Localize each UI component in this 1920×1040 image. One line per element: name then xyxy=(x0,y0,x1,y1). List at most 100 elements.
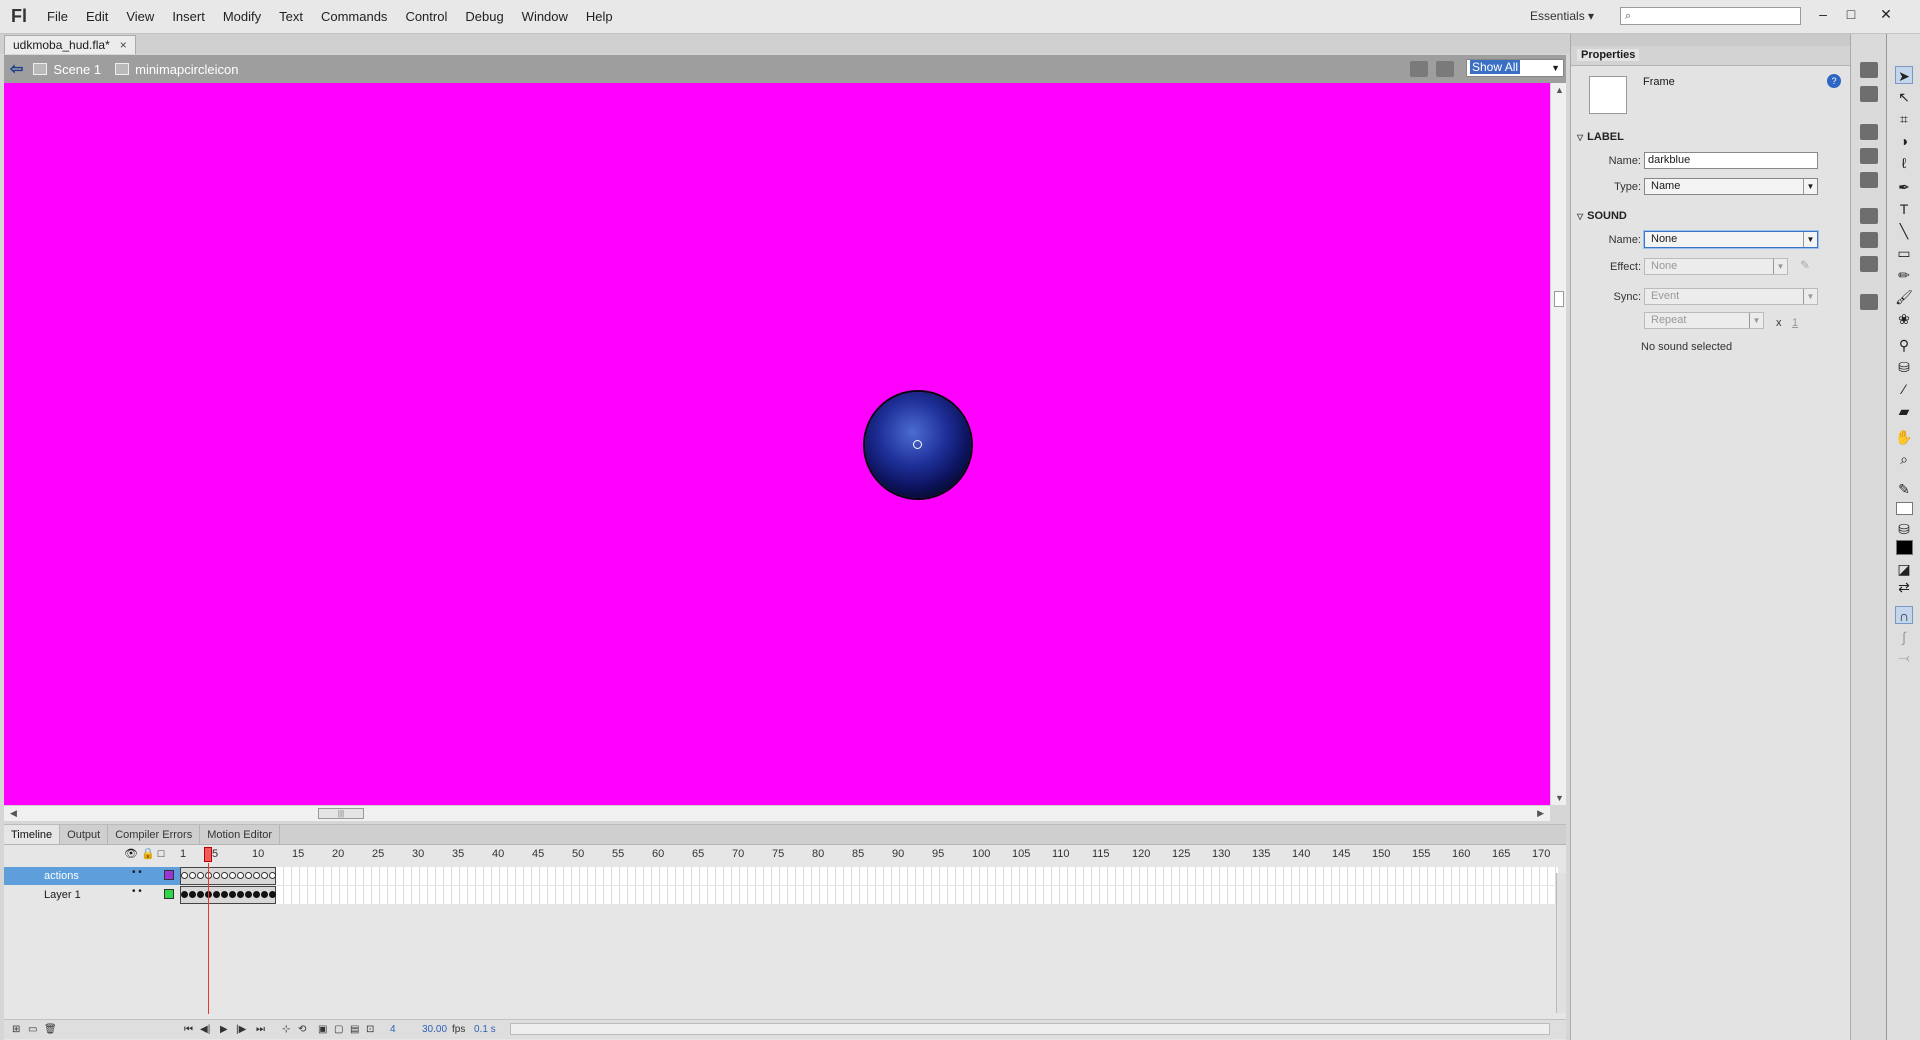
keyframe[interactable] xyxy=(245,891,252,898)
swap-colors-icon[interactable]: ⇄ xyxy=(1895,578,1913,596)
menu-commands[interactable]: Commands xyxy=(312,0,396,34)
eyedropper-tool-icon[interactable]: ⁄ xyxy=(1895,380,1913,398)
menu-file[interactable]: File xyxy=(38,0,77,34)
keyframe[interactable] xyxy=(237,872,244,879)
align-icon[interactable] xyxy=(1860,124,1878,140)
repeat-count[interactable]: 1 xyxy=(1792,317,1798,329)
sound-section-header[interactable]: ▽ SOUND xyxy=(1577,210,1627,222)
keyframe[interactable] xyxy=(221,891,228,898)
loop-icon[interactable]: ⟲ xyxy=(298,1024,306,1035)
menu-debug[interactable]: Debug xyxy=(456,0,512,34)
repeat-select[interactable]: Repeat ▼ xyxy=(1644,312,1764,329)
close-button[interactable]: ✕ xyxy=(1873,4,1899,24)
layer-visibility-dots[interactable]: • • xyxy=(132,867,142,878)
step-back-icon[interactable]: ◀| xyxy=(200,1024,210,1035)
layer-outline-color[interactable] xyxy=(164,870,174,880)
keyframe[interactable] xyxy=(245,872,252,879)
project-icon[interactable] xyxy=(1860,294,1878,310)
properties-tab[interactable]: Properties xyxy=(1571,46,1850,66)
step-forward-icon[interactable]: |▶ xyxy=(236,1024,246,1035)
code-snippets-icon[interactable] xyxy=(1860,208,1878,224)
fill-color-icon[interactable]: ⛁ xyxy=(1895,520,1913,538)
lasso-tool-icon[interactable]: ℓ xyxy=(1895,154,1913,172)
timeline-horizontal-scrollbar[interactable] xyxy=(510,1023,1550,1035)
menu-text[interactable]: Text xyxy=(270,0,312,34)
menu-window[interactable]: Window xyxy=(513,0,577,34)
menu-view[interactable]: View xyxy=(117,0,163,34)
subselection-tool-icon[interactable]: ↖ xyxy=(1895,88,1913,106)
menu-help[interactable]: Help xyxy=(577,0,622,34)
edit-scene-icon[interactable] xyxy=(1410,61,1428,77)
line-tool-icon[interactable]: ╲ xyxy=(1895,222,1913,240)
layer-row-layer1[interactable]: Layer 1 • • xyxy=(4,886,1566,904)
zoom-tool-icon[interactable]: ⌕ xyxy=(1895,450,1913,468)
pencil-tool-icon[interactable]: ✏ xyxy=(1895,266,1913,284)
pen-tool-icon[interactable]: ✒ xyxy=(1895,178,1913,196)
current-frame[interactable]: 4 xyxy=(390,1024,396,1035)
keyframe[interactable] xyxy=(221,872,228,879)
onion-outline-icon[interactable]: ▢ xyxy=(334,1024,343,1035)
edit-multiple-frames-icon[interactable]: ▤ xyxy=(350,1024,359,1035)
keyframe[interactable] xyxy=(261,891,268,898)
sound-name-select[interactable]: None ▼ xyxy=(1644,231,1818,248)
modify-markers-icon[interactable]: ⊡ xyxy=(366,1024,374,1035)
library-icon[interactable] xyxy=(1860,62,1878,78)
layer-outline-color[interactable] xyxy=(164,889,174,899)
label-section-header[interactable]: ▽ LABEL xyxy=(1577,131,1624,143)
keyframe[interactable] xyxy=(197,872,204,879)
outline-icon[interactable]: □ xyxy=(158,848,165,860)
panel-grip[interactable] xyxy=(1571,34,1850,46)
maximize-button[interactable]: □ xyxy=(1838,4,1864,24)
playhead[interactable] xyxy=(204,847,212,862)
layer-frames[interactable] xyxy=(180,867,1558,885)
components-icon[interactable] xyxy=(1860,232,1878,248)
stage-horizontal-scrollbar[interactable]: ◀ ||| ▶ xyxy=(4,805,1550,821)
keyframe[interactable] xyxy=(181,872,188,879)
last-frame-icon[interactable]: ⏭ xyxy=(256,1024,265,1035)
minimize-button[interactable]: – xyxy=(1810,4,1836,24)
back-arrow-icon[interactable]: ⇦ xyxy=(10,59,23,79)
scroll-thumb[interactable] xyxy=(1554,291,1564,307)
keyframe[interactable] xyxy=(213,872,220,879)
label-type-select[interactable]: Name ▼ xyxy=(1644,178,1818,195)
onion-skin-icon[interactable]: ▣ xyxy=(318,1024,327,1035)
keyframe[interactable] xyxy=(229,872,236,879)
layer-name[interactable]: Layer 1 xyxy=(4,886,180,904)
keyframe[interactable] xyxy=(253,872,260,879)
smooth-icon[interactable]: ∫ xyxy=(1895,628,1913,646)
menu-control[interactable]: Control xyxy=(396,0,456,34)
layer-visibility-dots[interactable]: • • xyxy=(132,886,142,897)
keyframe[interactable] xyxy=(269,872,276,879)
menu-insert[interactable]: Insert xyxy=(163,0,214,34)
straighten-icon[interactable]: ⤙ xyxy=(1895,648,1913,666)
scroll-left-icon[interactable]: ◀ xyxy=(10,808,17,819)
scroll-down-icon[interactable]: ▼ xyxy=(1555,793,1564,803)
menu-modify[interactable]: Modify xyxy=(214,0,270,34)
scroll-right-icon[interactable]: ▶ xyxy=(1537,808,1544,819)
edit-pencil-icon[interactable]: ✎ xyxy=(1800,258,1810,272)
help-search-input[interactable]: ⌕ xyxy=(1620,7,1801,25)
document-tab[interactable]: udkmoba_hud.fla* × xyxy=(4,35,136,54)
eraser-tool-icon[interactable]: ▰ xyxy=(1895,402,1913,420)
eye-icon[interactable]: 👁 xyxy=(124,848,138,860)
frame-span[interactable] xyxy=(180,886,276,904)
zoom-select[interactable]: Show All ▼ xyxy=(1466,59,1564,77)
swatches-icon[interactable] xyxy=(1860,86,1878,102)
deco-tool-icon[interactable]: ❀ xyxy=(1895,310,1913,328)
breadcrumb-scene[interactable]: Scene 1 xyxy=(33,62,101,77)
menu-edit[interactable]: Edit xyxy=(77,0,117,34)
label-name-input[interactable]: darkblue xyxy=(1644,152,1818,169)
fill-color-swatch[interactable] xyxy=(1896,540,1913,555)
black-white-icon[interactable]: ◪ xyxy=(1895,560,1913,578)
layer-row-actions[interactable]: actions • • xyxy=(4,867,1566,885)
new-layer-icon[interactable]: ⊞ xyxy=(12,1024,20,1035)
paint-bucket-tool-icon[interactable]: ⛁ xyxy=(1895,358,1913,376)
keyframe[interactable] xyxy=(189,891,196,898)
delete-layer-icon[interactable]: 🗑 xyxy=(44,1024,57,1035)
layer-name[interactable]: actions xyxy=(4,867,180,885)
frame-rate[interactable]: 30.00 xyxy=(422,1024,447,1035)
lock-icon[interactable]: 🔒 xyxy=(141,848,155,860)
effect-select[interactable]: None ▼ xyxy=(1644,258,1788,275)
stroke-color-swatch[interactable] xyxy=(1896,502,1913,515)
scroll-up-icon[interactable]: ▲ xyxy=(1555,85,1564,95)
